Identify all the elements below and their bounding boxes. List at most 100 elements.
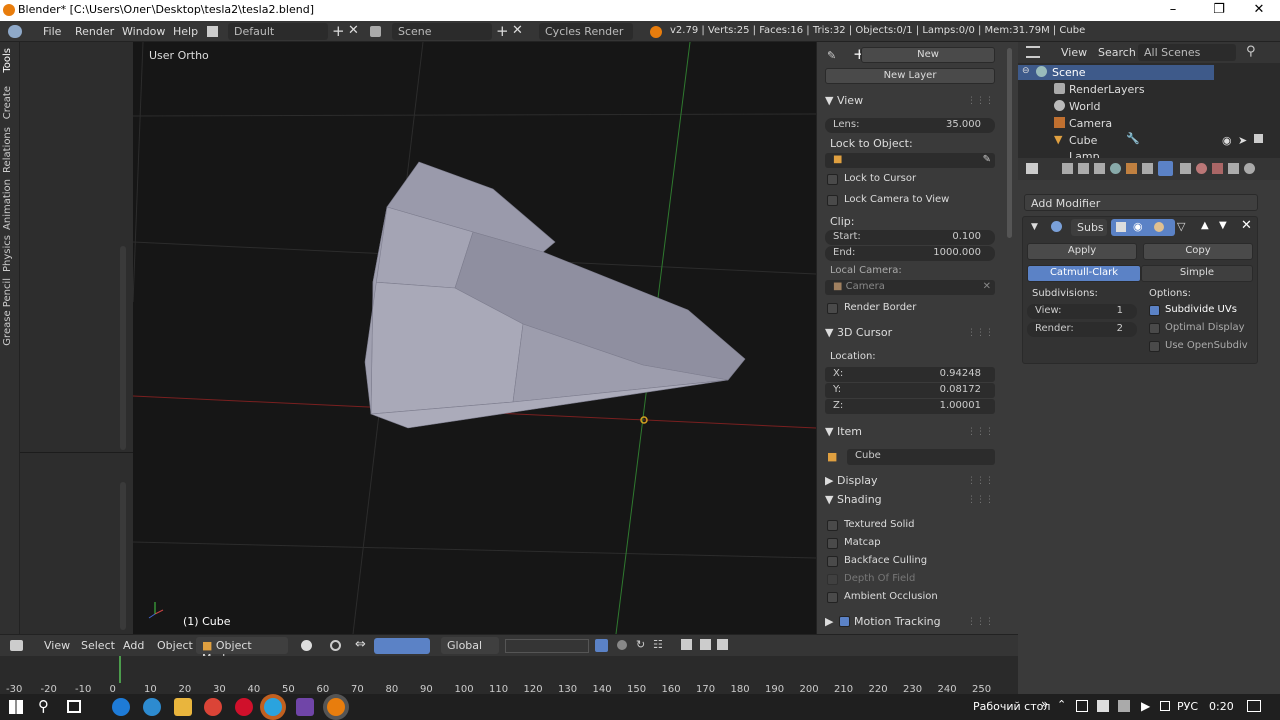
select-cursor-icon[interactable]: ➤ — [1238, 134, 1247, 147]
scene-tab-icon[interactable] — [1094, 163, 1105, 174]
tab-create[interactable]: Create — [2, 86, 13, 119]
tray-app-icon[interactable] — [1076, 700, 1088, 712]
snap-icon[interactable]: ↻ — [636, 638, 645, 651]
object-tab-icon[interactable] — [1126, 163, 1137, 174]
info-editor-icon[interactable] — [8, 25, 22, 38]
motion-tracking-checkbox[interactable] — [839, 616, 850, 627]
blender-taskbar-icon[interactable] — [327, 698, 345, 716]
messenger-icon[interactable] — [143, 698, 161, 716]
opera-icon[interactable] — [235, 698, 253, 716]
outliner-world[interactable]: World — [1069, 100, 1101, 113]
3d-viewport[interactable]: User Ortho (1) Cube — [133, 42, 816, 634]
new-layer-button[interactable]: New Layer — [825, 68, 995, 84]
desktop-label[interactable]: Рабочий стол — [973, 700, 1050, 713]
search-icon[interactable]: ⚲ — [38, 697, 49, 715]
cursor-x-field[interactable]: X: 0.94248 — [825, 367, 995, 382]
timeline[interactable]: -30 -20 -10 0 10 20 30 40 50 60 70 80 90 100 110 120 130… — [0, 656, 1018, 695]
matcap-checkbox[interactable] — [827, 538, 838, 549]
view-grip-icon[interactable]: ⋮⋮⋮ — [967, 96, 994, 106]
show-in-render-icon[interactable] — [1116, 222, 1126, 232]
clip-end-field[interactable]: End: 1000.000 — [825, 246, 995, 261]
cursor-z-field[interactable]: Z: 1.00001 — [825, 399, 995, 414]
lock-layers-icon[interactable] — [595, 639, 608, 652]
view-panel-header[interactable]: ▼ View — [825, 94, 863, 107]
cursor-grip-icon[interactable]: ⋮⋮⋮ — [967, 328, 994, 338]
scene-icon[interactable] — [370, 26, 381, 37]
pivot-point-icon[interactable] — [330, 640, 341, 651]
viewport-shading-icon[interactable] — [301, 640, 312, 651]
tool-shelf-scrollbar-lower[interactable] — [120, 482, 126, 630]
menu-help[interactable]: Help — [173, 25, 198, 38]
render-clip-icon[interactable] — [717, 639, 728, 650]
subdivide-uvs-checkbox[interactable] — [1149, 305, 1160, 316]
material-tab-icon[interactable] — [1196, 163, 1207, 174]
use-opensubdiv-checkbox[interactable] — [1149, 341, 1160, 352]
render-tab-icon[interactable] — [1062, 163, 1073, 174]
tray-network-icon[interactable] — [1097, 700, 1109, 712]
layers-tab-icon[interactable] — [1078, 163, 1089, 174]
windows-start-icon[interactable] — [9, 700, 23, 714]
modifier-wrench-icon[interactable]: 🔧 — [1126, 132, 1140, 145]
visual-studio-icon[interactable] — [296, 698, 314, 716]
textured-solid-checkbox[interactable] — [827, 520, 838, 531]
telegram-icon[interactable] — [264, 698, 282, 716]
tool-shelf-scrollbar[interactable] — [120, 246, 126, 450]
opengl-render-icon[interactable] — [681, 639, 692, 650]
simple-button[interactable]: Simple — [1141, 265, 1253, 282]
outliner-renderlayers[interactable]: RenderLayers — [1069, 83, 1145, 96]
3d-cursor-panel-header[interactable]: ▼ 3D Cursor — [825, 326, 892, 339]
motion-tracking-panel-header[interactable]: ▶ — [825, 615, 833, 628]
menu-add[interactable]: Add — [123, 639, 144, 652]
tab-physics[interactable]: Physics — [2, 235, 13, 272]
item-panel-header[interactable]: ▼ Item — [825, 425, 862, 438]
tab-grease-pencil[interactable]: Grease Pencil — [2, 278, 13, 346]
remove-modifier-icon[interactable]: ✕ — [1241, 218, 1252, 233]
transform-orientation[interactable]: Global — [441, 637, 499, 654]
eyedropper-icon[interactable]: ✎ — [983, 154, 991, 165]
scene-expand-icon[interactable]: ⊖ — [1022, 66, 1030, 76]
pencil-icon[interactable]: ✎ — [827, 49, 836, 62]
visibility-eye-icon[interactable]: ◉ — [1222, 134, 1232, 147]
snap-element-icon[interactable]: ☷ — [653, 638, 663, 651]
show-cage-icon[interactable] — [1154, 222, 1164, 232]
outliner-view-menu[interactable]: View — [1061, 46, 1087, 59]
backface-culling-checkbox[interactable] — [827, 556, 838, 567]
move-up-icon[interactable]: ▲ — [1201, 220, 1209, 231]
tray-volume-icon[interactable]: ▶ — [1141, 699, 1150, 713]
world-tab-icon[interactable] — [1110, 163, 1121, 174]
tab-tools[interactable]: Tools — [2, 48, 13, 73]
constraints-tab-icon[interactable] — [1142, 163, 1153, 174]
display-panel-header[interactable]: ▶ Display — [825, 474, 878, 487]
translate-icon[interactable] — [374, 638, 430, 654]
remove-layout-icon[interactable]: ✕ — [348, 23, 359, 38]
optimal-display-checkbox[interactable] — [1149, 323, 1160, 334]
ambient-occlusion-checkbox[interactable] — [827, 592, 838, 603]
show-viewport-eye-icon[interactable]: ◉ — [1133, 220, 1143, 233]
modifier-collapse-icon[interactable]: ▼ — [1031, 222, 1038, 232]
clear-camera-icon[interactable]: ✕ — [983, 281, 991, 292]
remove-scene-icon[interactable]: ✕ — [512, 23, 523, 38]
menu-render[interactable]: Render — [75, 25, 114, 38]
npanel-scrollbar[interactable] — [1007, 48, 1012, 238]
menu-file[interactable]: File — [43, 25, 61, 38]
chrome-icon[interactable] — [204, 698, 222, 716]
item-grip-icon[interactable]: ⋮⋮⋮ — [967, 427, 994, 437]
current-frame-line[interactable] — [119, 656, 121, 683]
tab-animation[interactable]: Animation — [2, 179, 13, 230]
data-tab-icon[interactable] — [1180, 163, 1191, 174]
particles-tab-icon[interactable] — [1228, 163, 1239, 174]
render-engine-selector[interactable]: Cycles Render — [539, 23, 633, 40]
close-button[interactable]: ✕ — [1236, 0, 1280, 21]
tray-wifi-icon[interactable] — [1118, 700, 1130, 712]
display-grip-icon[interactable]: ⋮⋮⋮ — [967, 476, 994, 486]
layout-icon[interactable] — [207, 26, 218, 37]
menu-select[interactable]: Select — [81, 639, 115, 652]
item-name-field[interactable]: Cube — [847, 449, 995, 465]
outliner-search-icon[interactable]: ⚲ — [1246, 44, 1256, 59]
render-levels-field[interactable]: Render: 2 — [1027, 322, 1137, 337]
mode-selector[interactable]: ■ Object Mode — [196, 637, 288, 665]
lock-camera-checkbox[interactable] — [827, 195, 838, 206]
chevron-icon[interactable]: » — [1041, 697, 1048, 711]
tray-battery-icon[interactable] — [1160, 701, 1170, 711]
shading-grip-icon[interactable]: ⋮⋮⋮ — [967, 495, 994, 505]
